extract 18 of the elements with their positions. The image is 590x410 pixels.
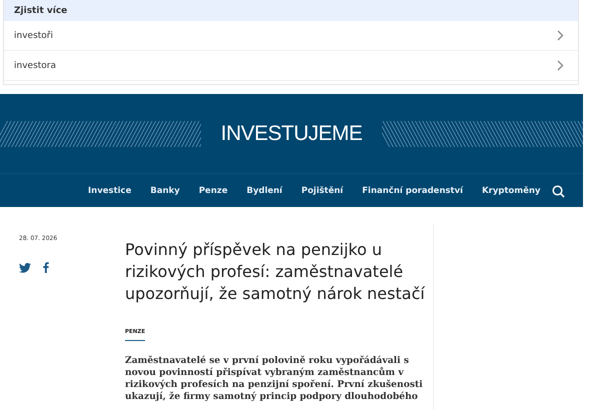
nav-link[interactable]: Investice <box>88 186 132 196</box>
article-lead: Zaměstnavatelé se v první polovině roku vypořádávali s novou povinností přispívat vybraným zaměstnancům v rizikových profesích na penzijní spoření. První zkušenosti ukazují, že firmy samotný princip podpory dlouhodobého <box>125 355 424 403</box>
nav-link[interactable]: Penze <box>198 186 228 196</box>
section-title: Zjistit více <box>14 6 68 16</box>
chevron-icon <box>557 60 564 71</box>
nav-link[interactable]: Banky <box>150 186 180 196</box>
nav-link[interactable]: Kryptoměny <box>482 186 540 196</box>
nav-link[interactable]: Finanční poradenství <box>362 186 463 196</box>
site-logo[interactable]: INVESTUJEME <box>220 122 362 146</box>
list-item[interactable]: investoři <box>4 21 578 51</box>
list-item[interactable]: investora <box>4 51 578 81</box>
chevron-icon <box>557 30 564 41</box>
nav-link[interactable]: Bydlení <box>246 186 282 196</box>
facebook-icon[interactable] <box>43 262 49 273</box>
nav-link[interactable]: Pojištění <box>301 186 344 196</box>
bird-icon[interactable] <box>19 262 31 272</box>
search-icon[interactable] <box>552 185 565 198</box>
article-title: Povinný příspěvek na penzijko u rizikových profesí: zaměstnavatelé upozorňují, že samotný nárok nestačí <box>125 239 425 305</box>
